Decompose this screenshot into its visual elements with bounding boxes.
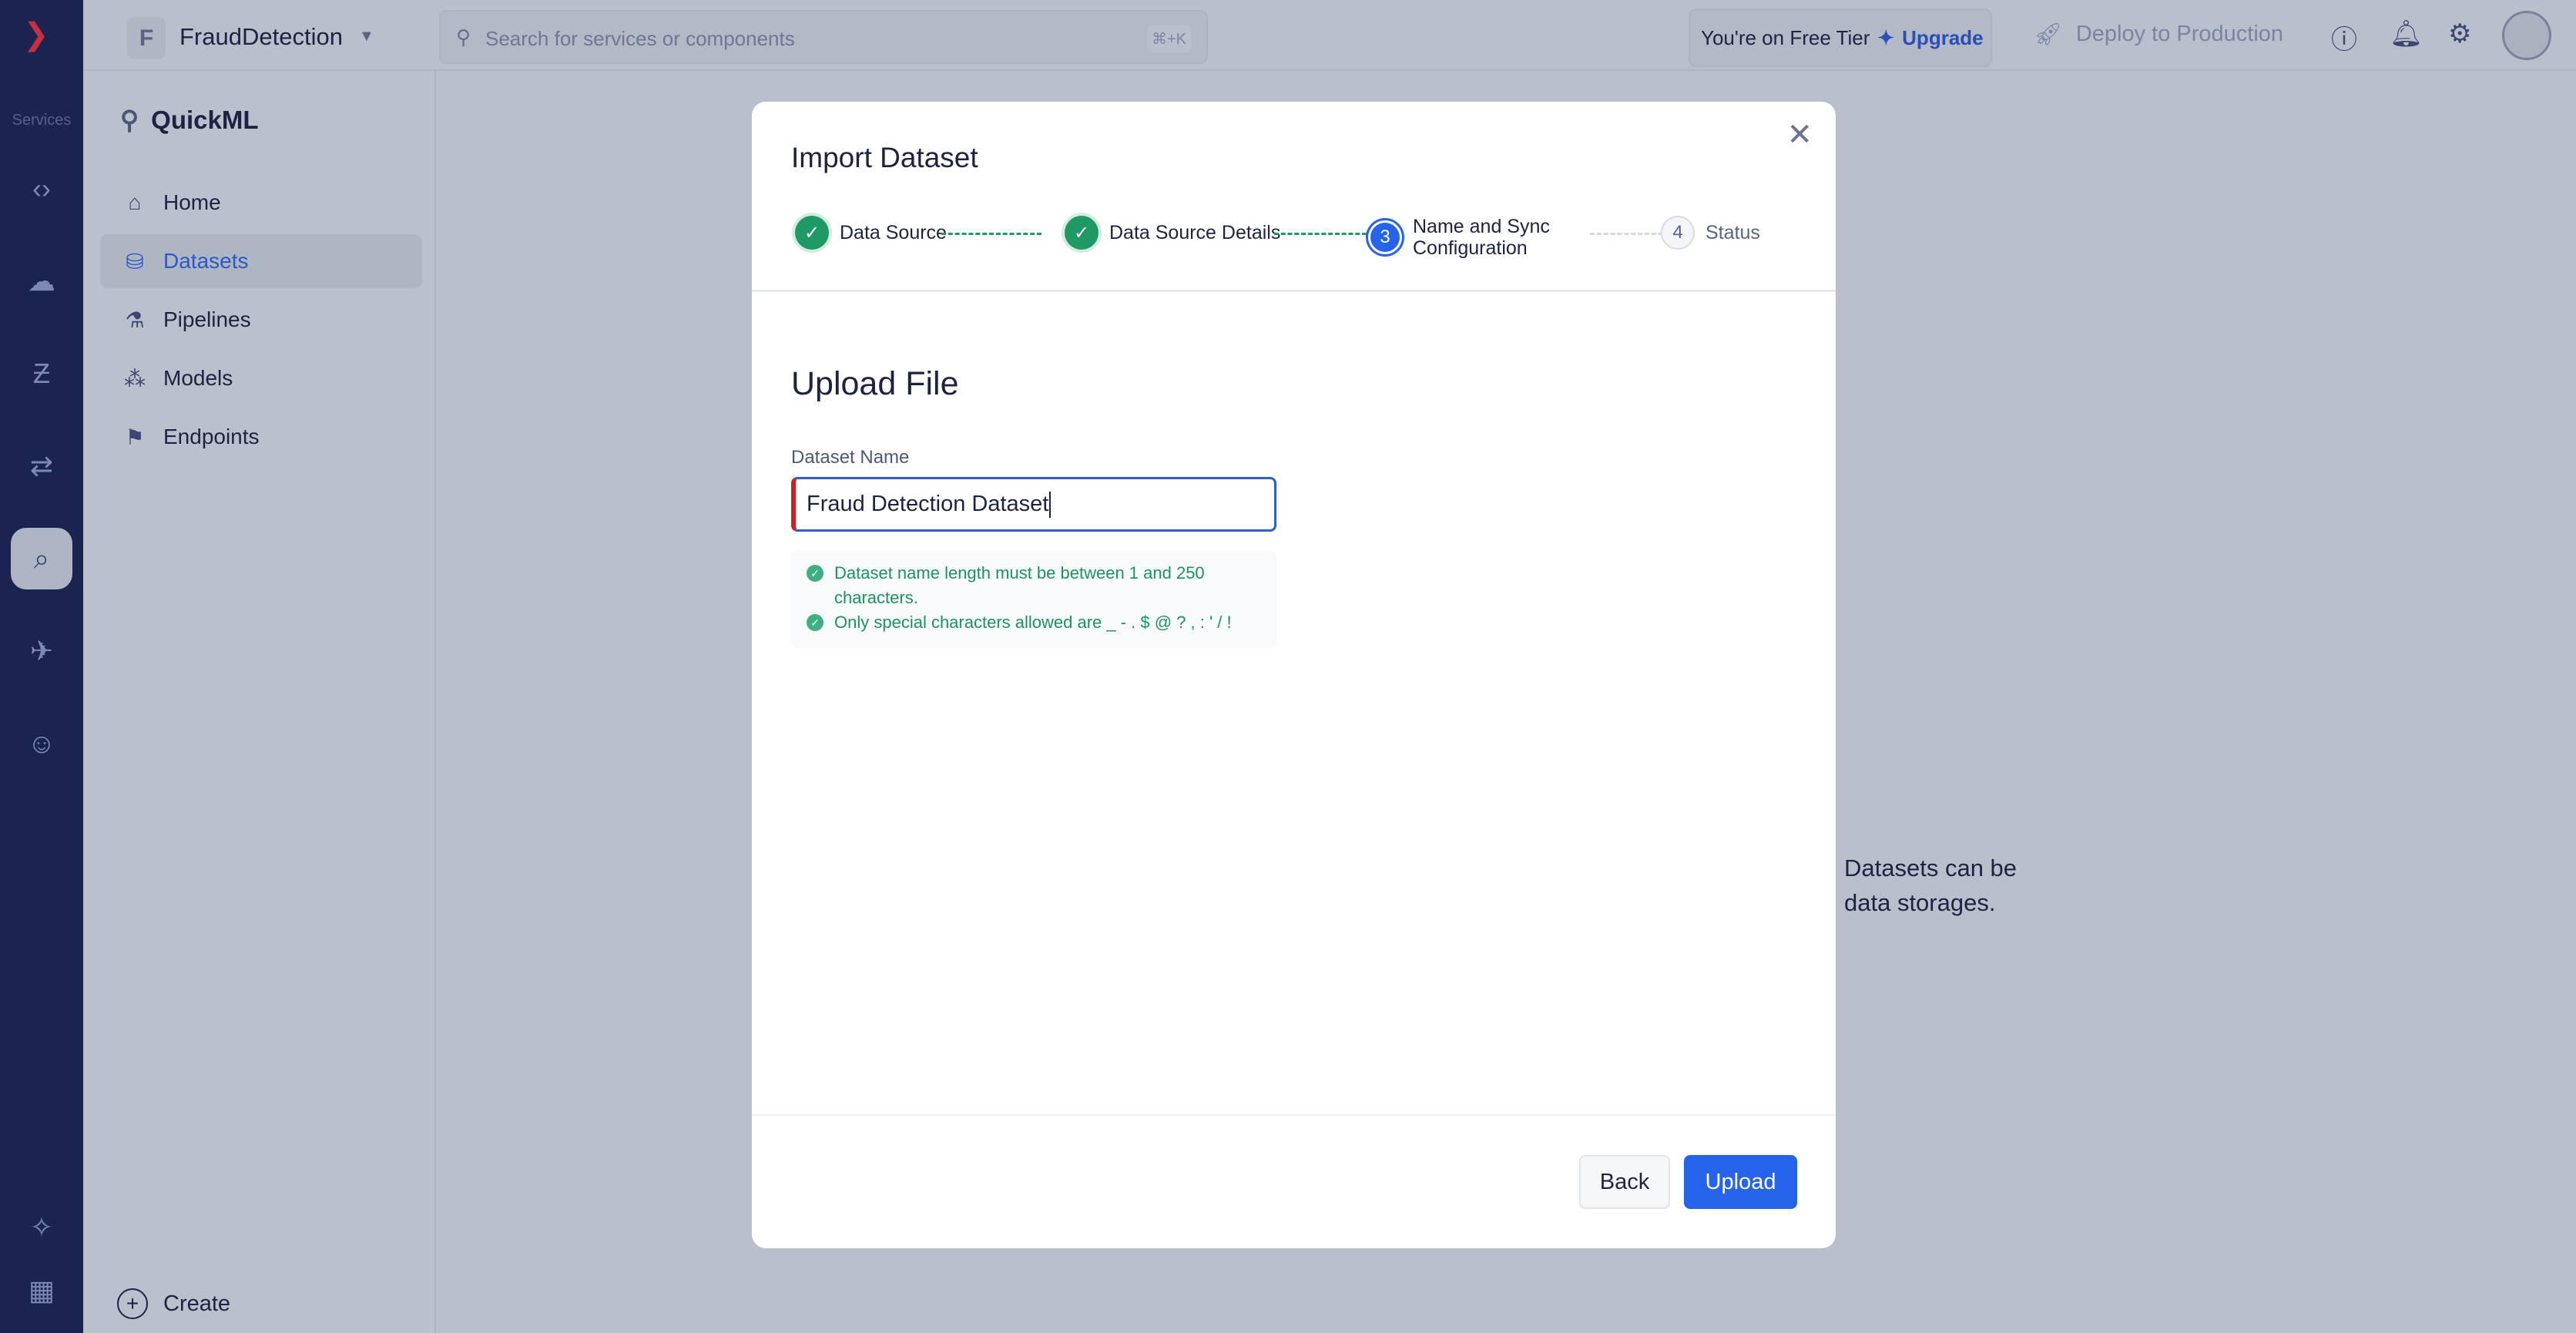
- check-circle-icon: ✓: [807, 565, 823, 582]
- models-icon: ⁂: [124, 366, 146, 391]
- sidebar-item-pipelines[interactable]: ⚗ Pipelines: [100, 293, 422, 347]
- footer-divider: [752, 1114, 1836, 1116]
- sidebar-item-label: Endpoints: [163, 425, 260, 448]
- dataset-name-label: Dataset Name: [791, 447, 910, 468]
- sidebar-item-home[interactable]: ⌂ Home: [100, 176, 422, 230]
- back-button[interactable]: Back: [1579, 1155, 1670, 1209]
- validation-rule: ✓ Only special characters allowed are _ -…: [807, 610, 1261, 635]
- gear-icon[interactable]: ⚙: [2448, 18, 2471, 49]
- search-placeholder: Search for services or components: [485, 27, 795, 50]
- tier-text: You're on Free Tier: [1701, 25, 1870, 49]
- dataset-name-input[interactable]: Fraud Detection Dataset: [791, 477, 1276, 532]
- brand-name: QuickML: [151, 105, 259, 134]
- code-service-icon[interactable]: ‹›: [11, 158, 72, 220]
- step-label: Data Source Details: [1109, 221, 1281, 243]
- bell-icon[interactable]: 🔔︎: [2390, 18, 2423, 49]
- sidebar: ⚲ QuickML ⌂ Home ⛁ Datasets ⚗ Pipelines ⁂ Mod…: [83, 71, 436, 1333]
- rocket-service-icon[interactable]: ✈: [11, 620, 72, 682]
- background-text-line: data storages.: [1844, 889, 1996, 916]
- sparkle-icon: ✦: [1877, 25, 1895, 49]
- bot-service-icon[interactable]: ☺: [11, 713, 72, 774]
- services-label: Services: [12, 112, 72, 129]
- upgrade-link[interactable]: Upgrade: [1902, 26, 1983, 50]
- sidebar-item-label: Datasets: [163, 249, 249, 273]
- home-icon: ⌂: [128, 190, 142, 214]
- magic-wand-icon[interactable]: ✧: [11, 1197, 72, 1258]
- step-number: 4: [1661, 216, 1695, 250]
- top-bar: F FraudDetection ▼ ⚲ Search for services…: [83, 0, 2576, 71]
- create-label: Create: [163, 1291, 231, 1316]
- workspace-name[interactable]: FraudDetection: [179, 23, 343, 51]
- sidebar-item-models[interactable]: ⁂ Models: [100, 351, 422, 405]
- search-icon: ⚲: [456, 25, 471, 49]
- upload-button[interactable]: Upload: [1684, 1155, 1797, 1209]
- quickml-service-icon[interactable]: ⌕: [11, 528, 72, 589]
- stepper: ✓ Data Source ✓ Data Source Details 3 Name …: [795, 216, 1796, 259]
- sidebar-item-label: Models: [163, 366, 233, 390]
- deploy-label: Deploy to Production: [2075, 22, 2284, 46]
- step-data-source: ✓ Data Source: [795, 216, 947, 250]
- flag-icon: ⚑: [125, 425, 145, 449]
- quickml-logo-icon: ⚲: [120, 106, 139, 134]
- deploy-button[interactable]: 🚀︎ Deploy to Production: [2034, 22, 2283, 48]
- section-title: Upload File: [791, 365, 959, 402]
- background-description: Datasets can be data storages.: [1844, 851, 2017, 920]
- help-icon[interactable]: ⓘ: [2331, 18, 2357, 56]
- step-label: Name and Sync Configuration: [1413, 216, 1550, 259]
- step-connector: [1274, 233, 1367, 235]
- quickml-brand: ⚲ QuickML: [120, 105, 259, 135]
- validation-text: Only special characters allowed are _ - …: [834, 613, 1232, 632]
- validation-hints: ✓ Dataset name length must be between 1 a…: [791, 550, 1276, 648]
- validation-text: Dataset name length must be between 1 an…: [834, 563, 1205, 607]
- step-number: 3: [1368, 220, 1402, 254]
- check-circle-icon: ✓: [807, 614, 823, 631]
- dialog-title: Import Dataset: [791, 142, 978, 173]
- step-data-source-details: ✓ Data Source Details: [1065, 216, 1280, 250]
- catalyst-logo-icon[interactable]: ❯: [23, 17, 49, 52]
- connector-service-icon[interactable]: ⇄: [11, 435, 72, 497]
- apps-grid-icon[interactable]: ▦: [11, 1260, 72, 1321]
- sidebar-item-label: Pipelines: [163, 307, 251, 331]
- validation-rule: ✓ Dataset name length must be between 1 a…: [807, 561, 1261, 610]
- step-name-sync: 3 Name and Sync Configuration: [1368, 216, 1567, 259]
- background-text-line: Datasets can be: [1844, 855, 2018, 881]
- services-rail: ❯ Services ‹› ☁ Ƶ ⇄ ⌕ ✈ ☺ ✧ ▦: [0, 0, 83, 1333]
- step-connector: [941, 233, 1041, 235]
- rocket-icon: 🚀︎: [2034, 22, 2062, 47]
- workspace-avatar[interactable]: F: [127, 17, 166, 59]
- pipeline-icon: ⚗: [125, 307, 145, 332]
- sidebar-item-endpoints[interactable]: ⚑ Endpoints: [100, 410, 422, 464]
- cloud-service-icon[interactable]: ☁: [11, 250, 72, 312]
- dataset-name-value: Fraud Detection Dataset: [807, 492, 1049, 516]
- create-button[interactable]: + Create: [117, 1288, 230, 1319]
- step-label: Data Source: [840, 221, 947, 243]
- check-icon: ✓: [1065, 216, 1098, 250]
- chevron-down-icon[interactable]: ▼: [359, 28, 374, 45]
- close-icon[interactable]: ✕: [1786, 117, 1813, 153]
- header-divider: [752, 290, 1836, 292]
- zia-service-icon[interactable]: Ƶ: [11, 343, 72, 405]
- search-input[interactable]: ⚲ Search for services or components ⌘+K: [439, 10, 1208, 64]
- import-dataset-dialog: Import Dataset ✕ ✓ Data Source ✓ Data Sour…: [752, 102, 1836, 1248]
- step-label: Status: [1706, 221, 1760, 243]
- database-icon: ⛁: [126, 249, 144, 274]
- text-cursor: [1049, 491, 1052, 518]
- check-icon: ✓: [795, 216, 829, 250]
- sidebar-item-label: Home: [163, 190, 221, 214]
- user-avatar[interactable]: [2502, 11, 2551, 60]
- plus-icon: +: [117, 1288, 148, 1319]
- shortcut-hint: ⌘+K: [1146, 25, 1191, 52]
- tier-banner: You're on Free Tier ✦ Upgrade: [1689, 8, 1992, 67]
- step-status: 4 Status: [1661, 216, 1760, 250]
- sidebar-item-datasets[interactable]: ⛁ Datasets: [100, 234, 422, 288]
